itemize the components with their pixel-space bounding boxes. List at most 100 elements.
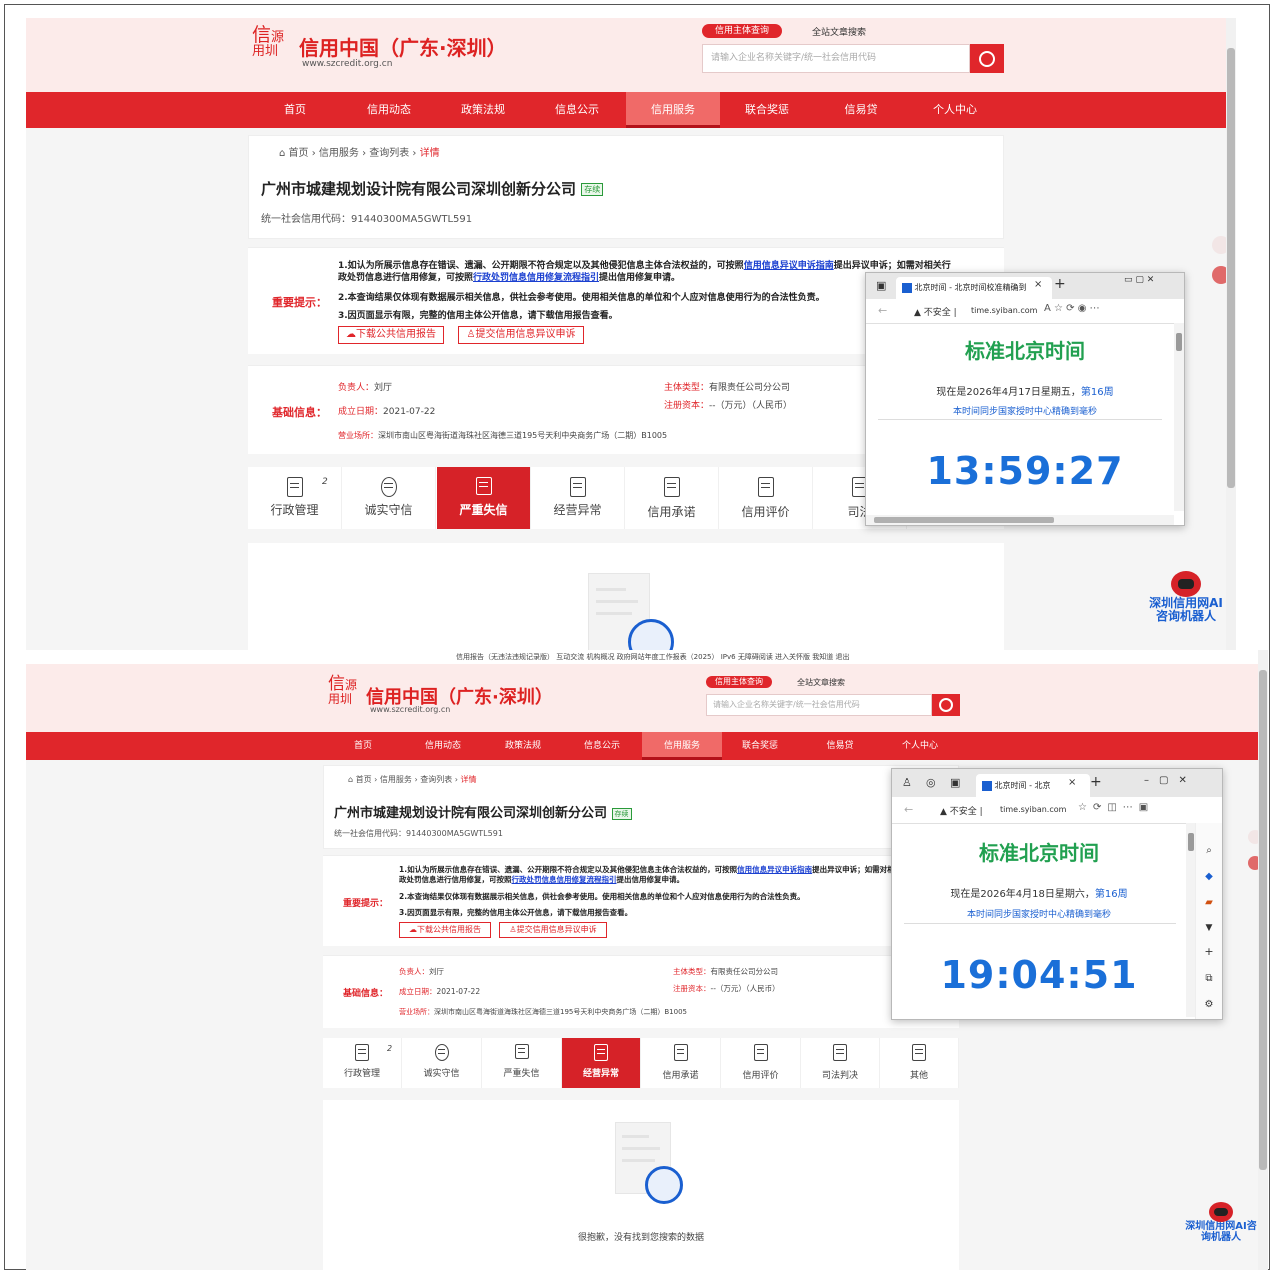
share-icon[interactable] xyxy=(1248,830,1258,844)
repair-guide-link[interactable]: 行政处罚信息信用修复流程指引 xyxy=(473,273,599,283)
accessibility-icon[interactable] xyxy=(1212,266,1226,284)
address-url[interactable]: time.syiban.com xyxy=(1000,805,1066,814)
objection-guide-link[interactable]: 信用信息异议申诉指南 xyxy=(744,261,834,271)
browser-tab-bar: ♙ ◎ ▣ 北京时间 - 北京 × + –▢✕ xyxy=(892,769,1222,797)
nav-news[interactable]: 信用动态 xyxy=(342,92,436,128)
submit-objection-button[interactable]: ♙提交信用信息异议申诉 xyxy=(499,922,607,938)
nav-policy[interactable]: 政策法规 xyxy=(483,732,563,760)
crumb-home[interactable]: 首页 xyxy=(356,775,372,784)
nav-credit-loan[interactable]: 信易贷 xyxy=(800,732,880,760)
nav-personal[interactable]: 个人中心 xyxy=(908,92,1002,128)
cat-evaluation[interactable]: 信用评价 xyxy=(719,467,813,529)
nav-disclosure[interactable]: 信息公示 xyxy=(562,732,642,760)
insecure-warning[interactable]: ▲ 不安全 | xyxy=(914,305,957,318)
profile-icon[interactable]: ♙ xyxy=(902,776,912,789)
crumb-list[interactable]: 查询列表 xyxy=(420,775,452,784)
nav-rewards[interactable]: 联合奖惩 xyxy=(720,732,800,760)
business-address: 营业场所：深圳市南山区粤海街道海珠社区海德三道195号天利中央商务广场（二期）B… xyxy=(338,431,668,440)
search-tab-entity[interactable]: 信用主体查询 xyxy=(706,676,772,688)
close-tab-icon[interactable]: × xyxy=(1068,777,1076,788)
window-controls[interactable]: –▢✕ xyxy=(1144,775,1197,786)
cat-admin[interactable]: 2 行政管理 xyxy=(323,1038,402,1088)
crumb-home[interactable]: 首页 xyxy=(289,148,309,159)
window-controls[interactable]: ▭ ▢ ✕ xyxy=(1124,275,1154,285)
close-tab-icon[interactable]: × xyxy=(1034,279,1042,290)
cat-commitment[interactable]: 信用承诺 xyxy=(625,467,719,529)
search-button[interactable] xyxy=(970,44,1004,73)
ai-robot-button[interactable]: 深圳信用网AI咨询机器人 xyxy=(1146,571,1226,622)
browser-tab[interactable]: 北京时间 - 北京时间校准精确到 xyxy=(896,277,1052,299)
search-tab-entity[interactable]: 信用主体查询 xyxy=(702,24,782,38)
tab-actions-icon[interactable]: ▣ xyxy=(950,776,960,789)
settings-icon[interactable]: ⚙ xyxy=(1196,999,1222,1010)
crumb-service[interactable]: 信用服务 xyxy=(319,148,359,159)
cat-evaluation[interactable]: 信用评价 xyxy=(721,1038,801,1088)
nav-home[interactable]: 首页 xyxy=(323,732,403,760)
nav-rewards[interactable]: 联合奖惩 xyxy=(720,92,814,128)
search-input[interactable]: 请输入企业名称关键字/统一社会信用代码 xyxy=(706,694,932,716)
download-report-button[interactable]: ☁下载公共信用报告 xyxy=(399,922,491,938)
nav-disclosure[interactable]: 信息公示 xyxy=(530,92,624,128)
tab-actions-icon[interactable]: ▣ xyxy=(876,279,886,292)
nav-personal[interactable]: 个人中心 xyxy=(880,732,960,760)
toolbar-icons[interactable]: ☆⟳◫⋯▣ xyxy=(1078,802,1154,813)
submit-objection-button[interactable]: ♙提交信用信息异议申诉 xyxy=(458,326,584,344)
site-title[interactable]: 信用中国（广东·深圳） xyxy=(299,32,507,61)
search-tab-articles[interactable]: 全站文章搜索 xyxy=(812,25,866,38)
insecure-warning[interactable]: ▲ 不安全 | xyxy=(940,804,983,817)
logo-char: 信 xyxy=(252,24,272,46)
cat-honest[interactable]: 诚实守信 xyxy=(402,1038,482,1088)
new-tab-icon[interactable]: + xyxy=(1090,774,1102,790)
search-button[interactable] xyxy=(932,694,960,716)
toolbar-icons[interactable]: A ☆ ⟳ ◉ ⋯ xyxy=(1044,303,1100,314)
clock-date: 现在是2026年4月18日星期六，第16周 xyxy=(950,889,1128,900)
nav-credit-service[interactable]: 信用服务 xyxy=(626,92,720,128)
nav-home[interactable]: 首页 xyxy=(248,92,342,128)
dropdown-icon[interactable]: ▼ xyxy=(1196,923,1222,933)
nav-credit-loan[interactable]: 信易贷 xyxy=(814,92,908,128)
cat-serious-dishonest[interactable]: 严重失信 xyxy=(482,1038,562,1088)
cat-judicial[interactable]: 司法判决 xyxy=(801,1038,880,1088)
repair-guide-link[interactable]: 行政处罚信息信用修复流程指引 xyxy=(512,875,617,884)
download-report-button[interactable]: ☁下载公共信用报告 xyxy=(338,326,444,344)
search-tab-articles[interactable]: 全站文章搜索 xyxy=(797,677,845,688)
nav-policy[interactable]: 政策法规 xyxy=(436,92,530,128)
workspaces-icon[interactable]: ◎ xyxy=(926,776,936,789)
dishonest-icon xyxy=(514,1044,529,1059)
nav-credit-service[interactable]: 信用服务 xyxy=(642,732,722,760)
window-hscrollbar[interactable] xyxy=(866,515,1174,525)
crumb-list[interactable]: 查询列表 xyxy=(369,148,409,159)
tag-icon[interactable]: ◆ xyxy=(1196,871,1222,882)
screenshot-icon[interactable]: ⧉ xyxy=(1196,973,1222,984)
dishonest-icon xyxy=(475,477,492,495)
add-icon[interactable]: + xyxy=(1196,945,1222,958)
cat-commitment[interactable]: 信用承诺 xyxy=(641,1038,721,1088)
cat-abnormal[interactable]: 经营异常 xyxy=(531,467,625,529)
back-icon[interactable]: ← xyxy=(904,803,913,816)
logo-char: 源 xyxy=(271,30,285,45)
ai-robot-button[interactable]: 深圳信用网AI咨询机器人 xyxy=(1184,1202,1258,1243)
nav-news[interactable]: 信用动态 xyxy=(403,732,483,760)
new-tab-icon[interactable]: + xyxy=(1054,276,1066,292)
objection-guide-link[interactable]: 信用信息异议申诉指南 xyxy=(737,865,812,874)
bottom-page-scrollbar[interactable] xyxy=(1258,650,1268,1270)
clock-time: 19:04:51 xyxy=(940,953,1138,997)
back-icon[interactable]: ← xyxy=(878,304,887,317)
share-icon[interactable] xyxy=(1212,236,1226,254)
company-name: 广州市城建规划设计院有限公司深圳创新分公司 存续 xyxy=(334,802,632,821)
top-page-scrollbar[interactable] xyxy=(1226,18,1236,650)
cat-abnormal[interactable]: 经营异常 xyxy=(562,1038,641,1088)
cat-other[interactable]: 其他 xyxy=(880,1038,959,1088)
search-icon[interactable]: ⌕ xyxy=(1196,845,1222,856)
address-url[interactable]: time.syiban.com xyxy=(971,306,1037,315)
accessibility-icon[interactable] xyxy=(1248,856,1258,870)
cat-admin[interactable]: 2 行政管理 xyxy=(248,467,342,529)
cat-honest[interactable]: 诚实守信 xyxy=(342,467,436,529)
toolbox-icon[interactable]: ▰ xyxy=(1196,897,1222,908)
crumb-service[interactable]: 信用服务 xyxy=(380,775,412,784)
search-input[interactable]: 请输入企业名称关键字/统一社会信用代码 xyxy=(702,44,970,73)
window-vscrollbar[interactable] xyxy=(1174,323,1184,511)
empty-result-area xyxy=(248,543,1004,650)
company-header-panel: ⌂ 首页 › 信用服务 › 查询列表 › 详情 广州市城建规划设计院有限公司深圳… xyxy=(323,765,959,849)
cat-serious-dishonest[interactable]: 严重失信 xyxy=(437,467,531,529)
